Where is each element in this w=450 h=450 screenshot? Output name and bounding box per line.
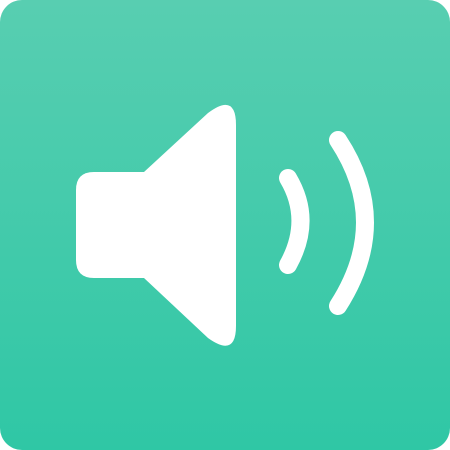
sound-wave-large: [329, 131, 374, 315]
speaker-cone-shape: [144, 104, 236, 346]
speaker-body-shape: [76, 172, 148, 278]
sound-wave-small: [279, 169, 310, 274]
app-icon-tile[interactable]: [0, 0, 450, 450]
speaker-icon: [76, 104, 236, 346]
speaker-volume-icon: [76, 104, 374, 346]
